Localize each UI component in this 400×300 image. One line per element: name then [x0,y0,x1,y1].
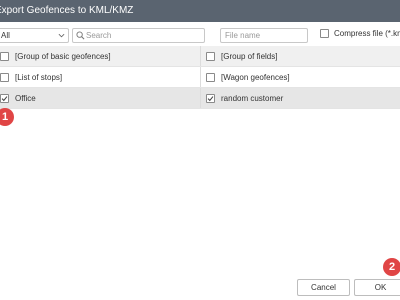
dialog-title: Export Geofences to KML/KMZ [0,5,134,16]
geofence-item[interactable]: random customer [201,88,400,108]
filter-dropdown[interactable]: All [0,28,69,43]
item-checkbox[interactable] [206,94,215,103]
search-box[interactable] [72,28,205,43]
step-badge-2: 2 [383,258,400,276]
geofence-grid: [Group of basic geofences] [Group of fie… [0,46,400,110]
filename-input[interactable] [225,29,305,42]
search-icon [76,31,85,40]
item-checkbox[interactable] [0,52,9,61]
item-checkbox[interactable] [206,52,215,61]
table-row: Office random customer [0,88,400,109]
geofence-item[interactable]: [Group of basic geofences] [0,46,201,66]
checkmark-icon [1,96,8,102]
item-label: Office [15,94,36,103]
compress-option[interactable]: Compress file (*.kmz) [320,29,400,41]
item-label: random customer [221,94,284,103]
table-row: [List of stops] [Wagon geofences] [0,67,400,88]
export-geofences-dialog: Export Geofences to KML/KMZ All Compress… [0,0,400,300]
table-row: [Group of basic geofences] [Group of fie… [0,46,400,67]
compress-checkbox[interactable] [320,29,329,39]
dialog-toolbar: All Compress file (*.kmz) [0,22,400,48]
filename-box[interactable] [220,28,308,43]
geofence-item[interactable]: Office [0,88,201,108]
item-checkbox[interactable] [0,94,9,103]
checkmark-icon [207,96,214,102]
geofence-item[interactable]: [Wagon geofences] [201,67,400,87]
item-label: [Wagon geofences] [221,73,290,82]
geofence-item[interactable]: [List of stops] [0,67,201,87]
item-checkbox[interactable] [206,73,215,82]
item-label: [List of stops] [15,73,63,82]
search-input[interactable] [86,29,201,42]
item-label: [Group of basic geofences] [15,52,111,61]
chevron-down-icon [58,33,65,38]
item-label: [Group of fields] [221,52,278,61]
filter-dropdown-value: All [1,31,10,40]
item-checkbox[interactable] [0,73,9,82]
geofence-item[interactable]: [Group of fields] [201,46,400,66]
dialog-titlebar[interactable]: Export Geofences to KML/KMZ [0,0,400,22]
compress-label: Compress file (*.kmz) [334,29,400,38]
step-badge-1: 1 [0,108,14,126]
cancel-button[interactable]: Cancel [297,279,350,296]
ok-button[interactable]: OK [354,279,400,296]
